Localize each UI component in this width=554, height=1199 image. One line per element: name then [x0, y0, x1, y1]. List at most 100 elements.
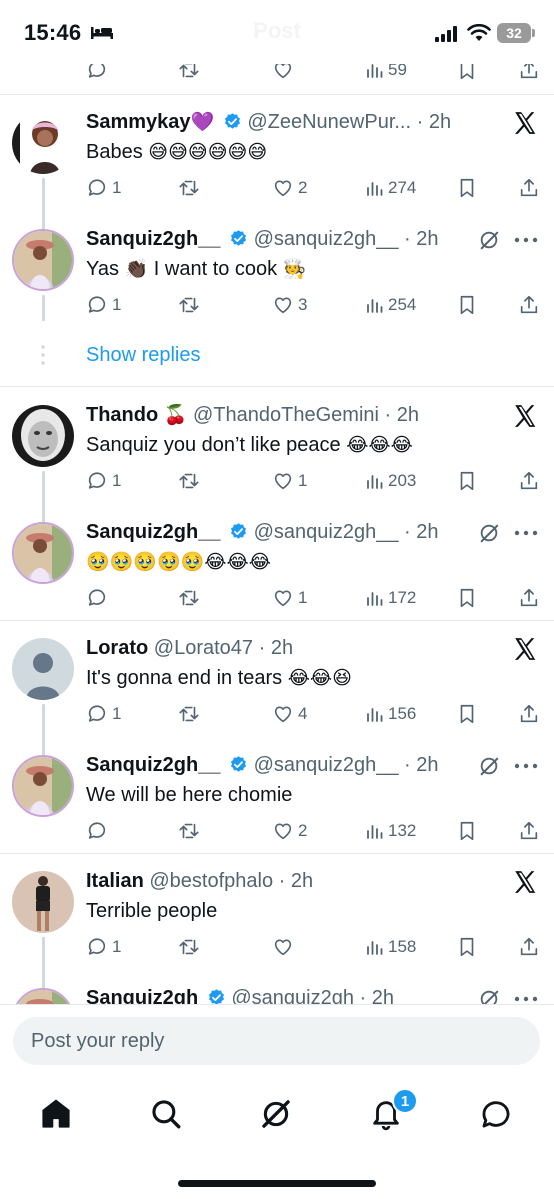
views-button[interactable]: 203: [366, 469, 416, 493]
author-name[interactable]: Sanquiz2gh__: [86, 521, 220, 543]
share-button[interactable]: [518, 819, 540, 843]
like-count: 1: [298, 588, 308, 607]
views-button[interactable]: 132: [366, 819, 416, 843]
avatar[interactable]: [12, 112, 74, 174]
like-button[interactable]: 1: [272, 586, 307, 610]
tweet-actions: 2 132: [86, 819, 546, 845]
bookmark-button[interactable]: [456, 586, 478, 610]
reply-count: 1: [112, 471, 122, 490]
share-button[interactable]: [518, 586, 540, 610]
bookmark-button[interactable]: [456, 935, 478, 959]
grok-icon[interactable]: [478, 755, 500, 777]
reply-input[interactable]: [13, 1017, 540, 1065]
x-logo-icon: [515, 638, 536, 660]
bookmark-button[interactable]: [456, 819, 478, 843]
author-handle: @bestofphalo: [149, 870, 274, 892]
author-handle: @sanquiz2gh__: [253, 228, 399, 250]
avatar[interactable]: [12, 988, 74, 1004]
grok-icon: [262, 1100, 290, 1128]
bookmark-button[interactable]: [456, 293, 478, 317]
repost-button[interactable]: [178, 176, 200, 200]
like-button[interactable]: [272, 935, 298, 959]
more-options-icon[interactable]: [514, 530, 538, 536]
tab-grok[interactable]: [256, 1094, 296, 1134]
tab-messages[interactable]: [476, 1094, 516, 1134]
reply-button[interactable]: 1: [86, 469, 121, 493]
tweet-actions: 1 3 254: [86, 293, 546, 319]
reply-icon: [88, 822, 106, 839]
like-button[interactable]: 4: [272, 702, 307, 726]
heart-icon: [274, 297, 292, 314]
bookmark-button[interactable]: [456, 176, 478, 200]
views-button[interactable]: 158: [366, 935, 416, 959]
bookmark-icon: [460, 178, 474, 198]
share-button[interactable]: [518, 293, 540, 317]
like-button[interactable]: 2: [272, 176, 307, 200]
share-button[interactable]: [518, 702, 540, 726]
repost-button[interactable]: [178, 935, 200, 959]
views-icon: [367, 825, 383, 839]
tweet-body: Babes: [86, 141, 143, 163]
bookmark-button[interactable]: [456, 702, 478, 726]
x-logo-icon: [515, 405, 536, 427]
more-options-icon[interactable]: [514, 996, 538, 1002]
grok-icon[interactable]: [478, 988, 500, 1004]
more-options-icon[interactable]: [514, 763, 538, 769]
share-button[interactable]: [518, 469, 540, 493]
share-icon: [520, 471, 538, 490]
author-name[interactable]: Sanquiz2gh: [86, 987, 198, 1004]
share-button[interactable]: [518, 935, 540, 959]
more-options-icon[interactable]: [514, 237, 538, 243]
avatar[interactable]: [12, 405, 74, 467]
reply-button[interactable]: 1: [86, 702, 121, 726]
reply-button[interactable]: 1: [86, 935, 121, 959]
tweet-text: Babes 😅😅😅😅😅😅: [86, 138, 267, 166]
views-button[interactable]: 274: [366, 176, 416, 200]
show-replies-link[interactable]: Show replies: [86, 344, 201, 367]
like-button[interactable]: 1: [272, 469, 307, 493]
tab-search[interactable]: [146, 1094, 186, 1134]
grok-icon[interactable]: [478, 522, 500, 544]
reply-button[interactable]: [86, 819, 112, 843]
views-button[interactable]: 156: [366, 702, 416, 726]
repost-icon: [179, 180, 199, 196]
author-name[interactable]: Thando: [86, 404, 158, 426]
repost-button[interactable]: [178, 293, 200, 317]
author-name[interactable]: Lorato: [86, 637, 148, 659]
avatar[interactable]: [12, 522, 74, 584]
views-button[interactable]: 254: [366, 293, 416, 317]
repost-button[interactable]: [178, 819, 200, 843]
tweet-text: Yas 👏🏿 I want to cook 🧑‍🍳: [86, 255, 306, 283]
like-button[interactable]: 2: [272, 819, 307, 843]
author-name[interactable]: Italian: [86, 870, 144, 892]
reply-button[interactable]: 1: [86, 293, 121, 317]
bottom-tab-bar: 1: [0, 1082, 554, 1199]
share-button[interactable]: [518, 176, 540, 200]
avatar[interactable]: [12, 229, 74, 291]
repost-button[interactable]: [178, 702, 200, 726]
reply-count: 1: [112, 937, 122, 956]
tweet-emojis: 😂😂😆: [287, 667, 352, 689]
reply-button[interactable]: 1: [86, 176, 121, 200]
avatar[interactable]: [12, 871, 74, 933]
reply-button[interactable]: [86, 586, 112, 610]
show-replies-row[interactable]: Show replies: [0, 338, 554, 378]
like-button[interactable]: 3: [272, 293, 307, 317]
author-name[interactable]: Sanquiz2gh__: [86, 228, 220, 250]
tweet-emojis: 🥹🥹🥹🥹🥹😂😂😂: [86, 551, 271, 573]
like-count: 2: [298, 178, 308, 197]
author-name[interactable]: Sanquiz2gh__: [86, 754, 220, 776]
tweet-body: Terrible people: [86, 900, 218, 922]
avatar[interactable]: [12, 638, 74, 700]
grok-icon[interactable]: [478, 229, 500, 251]
repost-button[interactable]: [178, 586, 200, 610]
tab-home[interactable]: [36, 1094, 76, 1134]
bookmark-button[interactable]: [456, 469, 478, 493]
reply-count: 1: [112, 704, 122, 723]
author-name[interactable]: Sammykay: [86, 111, 191, 133]
repost-button[interactable]: [178, 469, 200, 493]
views-count: 203: [388, 471, 417, 490]
avatar[interactable]: [12, 755, 74, 817]
author-handle: @sanquiz2gh__: [253, 521, 399, 543]
views-button[interactable]: 172: [366, 586, 416, 610]
